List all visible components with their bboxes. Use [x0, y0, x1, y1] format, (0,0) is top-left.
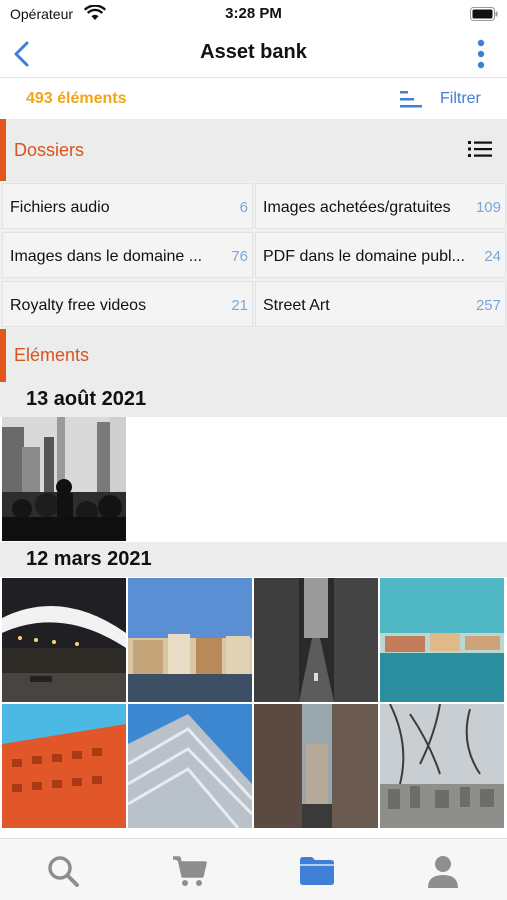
folder-count: 24 [484, 248, 501, 265]
tab-bar [0, 838, 507, 900]
user-icon[interactable] [423, 851, 463, 891]
filter-button[interactable]: Filtrer [440, 90, 481, 108]
photo-thumbnail[interactable] [128, 704, 252, 828]
photo-thumbnail[interactable] [128, 578, 252, 702]
results-toolbar: 493 éléments Filtrer [0, 79, 507, 119]
sort-lines-icon[interactable] [398, 88, 424, 110]
date-label: 12 mars 2021 [26, 548, 152, 570]
elements-section-title: Eléments [14, 345, 90, 365]
folders-grid: Fichiers audio 6 Images achetées/gratuit… [0, 181, 507, 329]
folder-count: 109 [475, 199, 501, 216]
photo-thumbnail[interactable] [380, 704, 504, 828]
elements-section-header: Eléments [0, 329, 507, 382]
folder-name: Images dans le domaine ... [10, 248, 203, 265]
folder-count: 76 [231, 248, 248, 265]
cart-icon[interactable] [170, 851, 210, 891]
folder-name: Images achetées/gratuites [263, 199, 451, 216]
item-count: 493 éléments [26, 90, 127, 107]
photo-thumbnail[interactable] [380, 578, 504, 702]
folder-item[interactable]: Street Art 257 [255, 281, 506, 327]
photo-thumbnail[interactable] [254, 704, 378, 828]
list-view-icon[interactable] [467, 138, 493, 160]
folder-item[interactable]: Royalty free videos 21 [2, 281, 253, 327]
folder-count: 21 [231, 297, 248, 314]
folder-item[interactable]: Images achetées/gratuites 109 [255, 183, 506, 229]
folders-section-title: Dossiers [14, 140, 85, 160]
folder-icon[interactable] [297, 851, 337, 891]
clock: 3:28 PM [225, 5, 282, 22]
battery-icon [470, 7, 498, 21]
folder-item[interactable]: Fichiers audio 6 [2, 183, 253, 229]
folder-count: 257 [475, 297, 501, 314]
more-vertical-icon[interactable] [473, 37, 489, 71]
page-title: Asset bank [200, 41, 307, 63]
photo-thumbnail[interactable] [2, 417, 126, 541]
folder-item[interactable]: Images dans le domaine ... 76 [2, 232, 253, 278]
folder-name: Street Art [263, 297, 330, 314]
folder-count: 6 [239, 199, 248, 216]
photo-thumbnail[interactable] [2, 704, 126, 828]
photo-thumbnail[interactable] [2, 578, 126, 702]
photo-thumbnail[interactable] [254, 578, 378, 702]
status-bar: Opérateur 3:28 PM [0, 0, 507, 30]
navigation-bar: Asset bank [0, 30, 507, 78]
folder-item[interactable]: PDF dans le domaine publ... 24 [255, 232, 506, 278]
folders-section-header: Dossiers [0, 119, 507, 181]
folder-name: PDF dans le domaine publ... [263, 248, 465, 265]
section-accent [0, 329, 6, 382]
folder-name: Fichiers audio [10, 199, 110, 216]
search-icon[interactable] [43, 851, 83, 891]
section-accent [0, 119, 6, 181]
date-group-header: 12 mars 2021 [0, 542, 507, 577]
date-label: 13 août 2021 [26, 388, 147, 410]
folder-name: Royalty free videos [10, 297, 147, 314]
date-group-header: 13 août 2021 [0, 382, 507, 417]
